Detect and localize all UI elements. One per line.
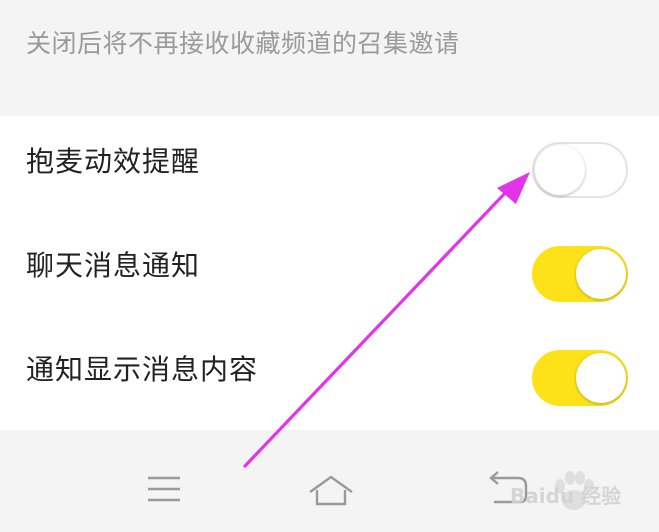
watermark: Baidu 经验 <box>506 470 656 522</box>
toggle-knob <box>535 145 585 195</box>
home-button[interactable] <box>301 468 361 508</box>
setting-label: 抱麦动效提醒 <box>26 145 201 178</box>
menu-button[interactable] <box>134 468 194 508</box>
menu-icon <box>148 476 180 502</box>
setting-label: 聊天消息通知 <box>26 249 201 282</box>
mic-effect-toggle[interactable] <box>532 142 628 198</box>
setting-row-mic-effect: 抱麦动效提醒 <box>0 116 659 220</box>
show-content-toggle[interactable] <box>532 350 628 406</box>
setting-row-chat-notify: 聊天消息通知 <box>0 220 659 324</box>
section-hint-text: 关闭后将不再接收收藏频道的召集邀请 <box>26 29 460 58</box>
watermark-text: Baidu 经验 <box>510 484 622 508</box>
setting-label: 通知显示消息内容 <box>26 353 259 386</box>
settings-list: 抱麦动效提醒 聊天消息通知 通知显示消息内容 <box>0 116 659 430</box>
home-icon <box>309 475 353 506</box>
toggle-knob <box>576 353 626 403</box>
chat-notify-toggle[interactable] <box>532 246 628 302</box>
settings-screen: 关闭后将不再接收收藏频道的召集邀请 抱麦动效提醒 聊天消息通知 通知显示消息内容 <box>0 0 659 532</box>
setting-row-show-content: 通知显示消息内容 <box>0 324 659 428</box>
toggle-knob <box>576 249 626 299</box>
